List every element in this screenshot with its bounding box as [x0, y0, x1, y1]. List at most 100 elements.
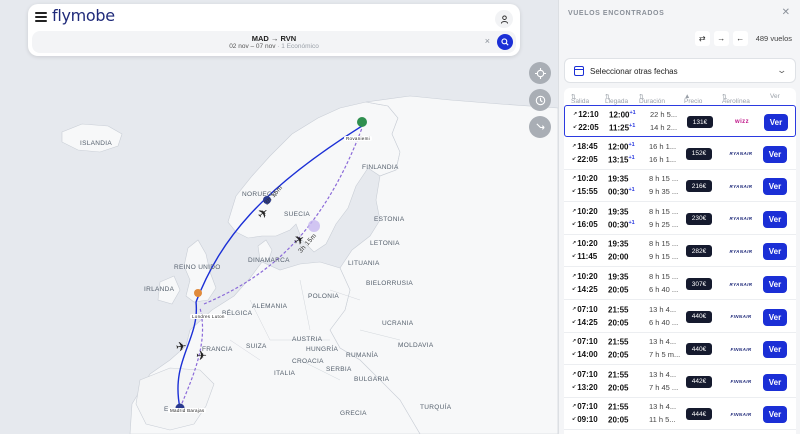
- return-departure: ↙22:05: [573, 123, 599, 132]
- view-flight-button[interactable]: Ver: [763, 406, 787, 424]
- return-arrival: 20:05: [608, 383, 629, 393]
- map-label-moldavia: MOLDAVIA: [398, 342, 434, 349]
- view-flight-button[interactable]: Ver: [763, 373, 787, 391]
- flight-row[interactable]: ↗10:20 19:35 8 h 15 ... ↙15:55 00:30+1 9 h 35…: [564, 170, 796, 203]
- map-label-serbia: SERBIA: [326, 366, 352, 373]
- col-duracion[interactable]: Duración ⇅: [639, 93, 665, 105]
- view-flight-button[interactable]: Ver: [763, 308, 787, 326]
- map-label-rumania: RUMANÍA: [346, 352, 379, 359]
- outbound-arrival: 12:00+1: [609, 110, 636, 120]
- outbound-duration: 8 h 15 ...: [649, 239, 679, 249]
- route-summary[interactable]: MAD → RVN 02 nov – 07 nov · 1 Económico …: [32, 31, 516, 53]
- map-label-lituania: LITUANIA: [348, 260, 380, 267]
- crosshair-icon: [534, 67, 546, 79]
- return-departure: ↙22:05: [572, 154, 598, 164]
- route-title: MAD → RVN: [251, 34, 297, 43]
- outbound-departure: ↗07:10: [572, 304, 598, 314]
- return-duration: 9 h 15 ...: [649, 252, 679, 262]
- return-arrival: 20:00: [608, 253, 629, 263]
- map-label-turquia: TURQUÍA: [420, 404, 452, 411]
- app-logo[interactable]: flymobe: [52, 6, 115, 25]
- return-arrival: 20:05: [608, 318, 629, 328]
- outbound-duration: 16 h 1...: [649, 141, 677, 151]
- flight-row[interactable]: ↗07:10 21:55 13 h 4... ↙14:25 20:05 6 h 40 ..…: [564, 301, 796, 333]
- hamburger-menu-icon[interactable]: [35, 12, 47, 22]
- map-label-bielorrusia: BIELORRUSIA: [366, 280, 414, 287]
- view-flight-button[interactable]: Ver: [763, 341, 787, 359]
- airline-logo: RYANAIR: [729, 183, 753, 189]
- col-salida[interactable]: Salida ⇅: [571, 93, 589, 105]
- price-badge: 442€: [686, 375, 712, 388]
- airline-logo: FINNAIR: [730, 314, 752, 320]
- passenger-class: · 1 Económico: [277, 43, 319, 50]
- return-arrival: 20:05: [608, 285, 629, 295]
- chevron-down-icon: ⌄: [776, 65, 788, 75]
- map-label-suecia: SUECIA: [284, 211, 311, 218]
- airport-label-madrid[interactable]: Madrid Barajas: [168, 408, 207, 413]
- return-duration: 14 h 2...: [650, 123, 678, 132]
- return-departure: ↙11:45: [572, 252, 598, 262]
- outbound-duration: 13 h 4...: [649, 369, 677, 379]
- search-button[interactable]: [497, 34, 513, 50]
- other-dates-select[interactable]: Seleccionar otras fechas ⌄: [564, 58, 796, 83]
- history-button[interactable]: [529, 89, 551, 111]
- map-label-grecia: GRECIA: [340, 410, 367, 417]
- close-icon[interactable]: ✕: [782, 7, 790, 18]
- col-precio[interactable]: Precio ▲: [684, 93, 702, 105]
- outbound-arrival: 21:55: [608, 337, 629, 347]
- swap-direction-icon[interactable]: ⇄: [694, 31, 710, 46]
- price-badge: 152€: [686, 147, 712, 160]
- return-departure: ↙14:00: [572, 350, 598, 360]
- flight-row[interactable]: ↗12:10 12:00+1 22 h 5... ↙22:05 11:25+1 14 h …: [564, 105, 796, 137]
- price-badge: 444€: [686, 408, 712, 421]
- return-arrival: 00:30+1: [608, 219, 635, 230]
- outbound-duration: 8 h 15 ...: [649, 174, 679, 184]
- map-label-bulgaria: BULGARIA: [354, 376, 390, 383]
- flight-row[interactable]: ↗18:45 12:00+1 16 h 1... ↙22:05 13:15+1 16 h …: [564, 138, 796, 170]
- flight-row[interactable]: ↗10:20 19:35 8 h 15 ... ↙11:45 20:00 9 h 15 .…: [564, 235, 796, 268]
- airline-logo: RYANAIR: [729, 151, 753, 157]
- view-flight-button[interactable]: Ver: [763, 243, 787, 261]
- return-arrival: 11:25+1: [609, 123, 636, 133]
- flight-row[interactable]: ↗10:20 19:35 8 h 15 ... ↙14:25 20:05 6 h 40 .…: [564, 268, 796, 300]
- return-departure: ↙16:05: [572, 219, 598, 229]
- map-label-estonia: ESTONIA: [374, 216, 405, 223]
- arrow-left-icon[interactable]: ←: [732, 31, 748, 46]
- calendar-icon: [574, 66, 584, 76]
- route-toggle-button[interactable]: [529, 116, 551, 138]
- view-flight-button[interactable]: Ver: [763, 210, 787, 228]
- search-header: flymobe MAD → RVN 02 nov – 07 nov · 1 Ec…: [28, 4, 520, 56]
- map-label-polonia: POLONIA: [308, 293, 339, 300]
- clear-search-button[interactable]: ×: [485, 36, 490, 46]
- col-aerolinea[interactable]: Aerolínea ⇅: [722, 93, 750, 105]
- view-flight-button[interactable]: Ver: [763, 145, 787, 163]
- map-label-austria: AUSTRIA: [292, 336, 323, 343]
- airline-logo: RYANAIR: [729, 248, 753, 254]
- flight-row[interactable]: ↗07:10 21:55 13 h 4... ↙09:10 20:05 11 h 5...…: [564, 398, 796, 431]
- col-llegada[interactable]: Llegada ⇅: [605, 93, 628, 105]
- flight-row[interactable]: ↗07:10 21:55 13 h 4... ↙14:00 20:05 7 h 5 m..…: [564, 333, 796, 366]
- view-flight-button[interactable]: Ver: [763, 178, 787, 196]
- view-flight-button[interactable]: Ver: [764, 114, 788, 131]
- outbound-arrival: 21:55: [608, 370, 629, 380]
- airline-logo: FINNAIR: [730, 379, 752, 385]
- outbound-duration: 13 h 4...: [649, 304, 677, 314]
- view-flight-button[interactable]: Ver: [763, 276, 787, 293]
- airline-logo: FINNAIR: [730, 346, 752, 352]
- outbound-duration: 13 h 4...: [649, 337, 677, 347]
- travel-dates: 02 nov – 07 nov: [229, 43, 276, 50]
- price-badge: 440€: [686, 343, 712, 356]
- return-duration: 6 h 40 ...: [649, 317, 679, 327]
- flight-row[interactable]: ↗10:20 19:35 8 h 15 ... ↙16:05 00:30+1 9 h 25…: [564, 203, 796, 235]
- flight-row[interactable]: ↗07:10 21:55 13 h 4... ↙13:20 20:05 7 h 45 ..…: [564, 366, 796, 398]
- airport-label-rovaniemi[interactable]: Rovaniemi: [344, 136, 372, 141]
- locate-button[interactable]: [529, 62, 551, 84]
- airport-label-london[interactable]: Londres Luton: [190, 314, 227, 319]
- outbound-departure: ↗10:20: [572, 206, 598, 216]
- outbound-departure: ↗07:10: [572, 337, 598, 347]
- map-canvas: ✈ ✈ ✈ ✈: [0, 0, 558, 434]
- user-icon[interactable]: [495, 10, 513, 28]
- return-departure: ↙14:25: [572, 317, 598, 327]
- arrow-right-icon[interactable]: →: [713, 31, 729, 46]
- map-view[interactable]: ✈ ✈ ✈ ✈ ISLANDIA NORUEGA SUECIA FINLANDI…: [0, 0, 558, 434]
